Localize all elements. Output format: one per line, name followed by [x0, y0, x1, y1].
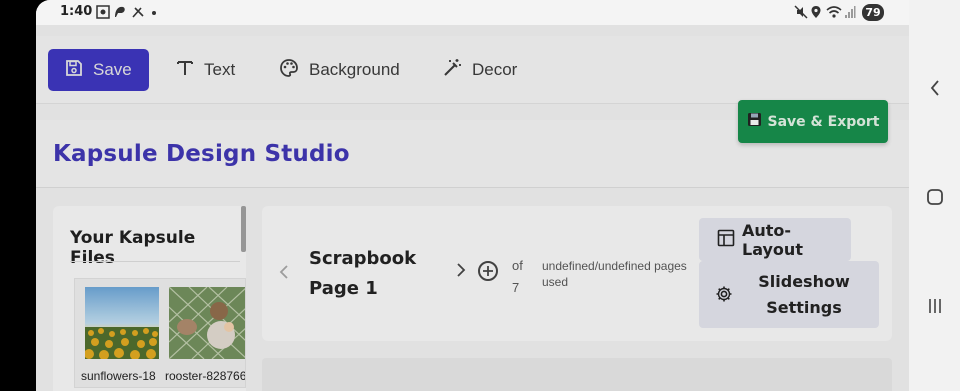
back-button[interactable]	[909, 68, 960, 108]
recent-apps-button[interactable]	[909, 286, 960, 326]
save-button[interactable]: Save	[48, 49, 149, 91]
floppy-disk-icon	[65, 59, 83, 82]
files-panel: Your Kapsule Files sunflowers-18 rooster…	[53, 206, 246, 391]
wifi-icon	[826, 5, 842, 22]
file-label: rooster-828766	[165, 369, 246, 383]
mute-icon	[794, 5, 808, 22]
previous-page-button[interactable]	[279, 264, 289, 285]
auto-layout-label: Auto-Layout	[742, 220, 803, 259]
screenshot-icon	[96, 5, 110, 22]
app-notification-icon	[113, 5, 127, 22]
app-screen: 1:40 79 Save Text Background Decor Kapsu…	[36, 0, 909, 391]
system-nav-bar	[909, 0, 960, 391]
layout-icon	[717, 229, 735, 251]
save-label: Save	[93, 60, 132, 79]
tools-icon	[131, 5, 145, 22]
device-frame: 1:40 79 Save Text Background Decor Kapsu…	[0, 0, 960, 391]
home-button[interactable]	[909, 177, 960, 217]
file-thumbnail-rooster[interactable]	[168, 286, 245, 360]
text-tool-button[interactable]: Text	[176, 49, 235, 91]
file-thumbnail-sunflowers[interactable]	[84, 287, 159, 360]
palette-icon	[279, 58, 299, 83]
magic-wand-icon	[442, 58, 462, 83]
text-tool-label: Text	[204, 60, 236, 79]
page-count: of 7	[512, 258, 523, 295]
background-tool-label: Background	[309, 60, 400, 79]
gear-icon	[715, 285, 733, 307]
next-page-button[interactable]	[456, 262, 466, 283]
decor-tool-button[interactable]: Decor	[442, 49, 517, 91]
save-export-button[interactable]: Save & Export	[738, 100, 888, 143]
slideshow-settings-label: Slideshow Settings	[758, 272, 850, 317]
slideshow-settings-button[interactable]: Slideshow Settings	[699, 261, 879, 328]
add-page-button[interactable]	[478, 261, 498, 281]
text-icon	[176, 59, 194, 82]
file-thumbnail-list[interactable]: sunflowers-18 rooster-828766	[74, 278, 246, 388]
canvas-panel	[262, 358, 892, 391]
file-label: sunflowers-18	[81, 369, 156, 383]
editor-toolbar: Save Text Background Decor	[36, 36, 909, 104]
location-icon	[810, 5, 822, 22]
background-tool-button[interactable]: Background	[279, 49, 400, 91]
page-title: Kapsule Design Studio	[53, 141, 350, 167]
save-export-label: Save & Export	[767, 113, 880, 130]
status-bar: 1:40 79	[36, 0, 909, 25]
decor-tool-label: Decor	[472, 60, 518, 79]
pages-used-text: undefined/undefined pages used	[542, 259, 687, 289]
more-notifications-icon	[150, 6, 158, 22]
status-time: 1:40	[60, 4, 93, 19]
signal-icon	[844, 5, 856, 22]
files-panel-title: Your Kapsule Files	[70, 228, 196, 268]
divider	[70, 261, 240, 262]
floppy-disk-icon	[747, 112, 762, 131]
auto-layout-button[interactable]: Auto-Layout	[699, 218, 851, 261]
battery-indicator: 79	[862, 4, 884, 21]
current-page-name: Scrapbook Page 1	[309, 248, 417, 299]
